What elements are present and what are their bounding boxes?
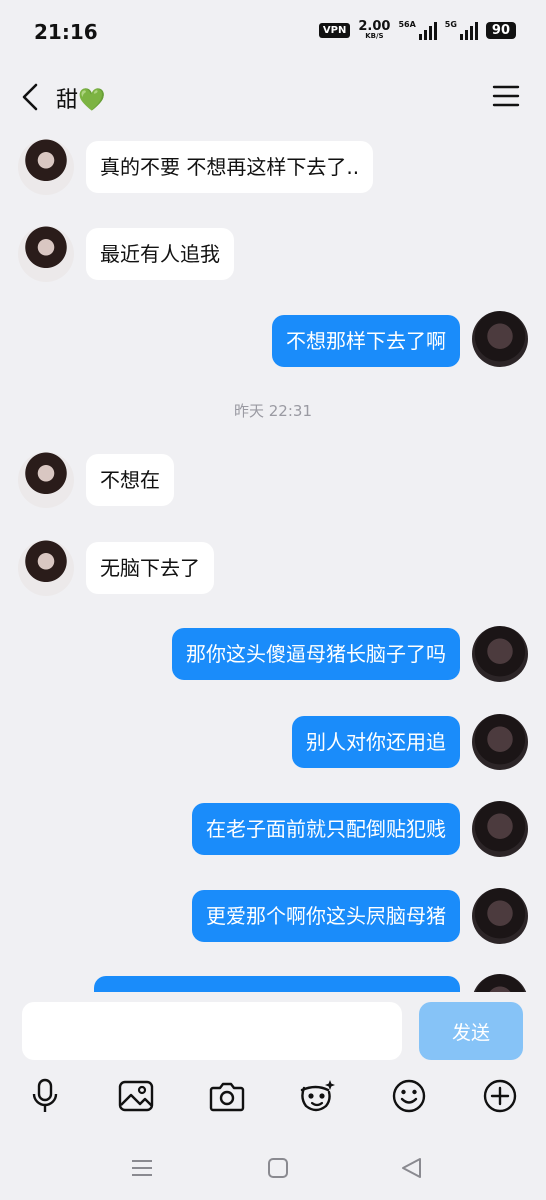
message-input[interactable]: [22, 1002, 402, 1060]
message-row-outgoing: 那你这头傻逼母猪长脑子了吗: [0, 624, 546, 684]
home-square-icon[interactable]: [264, 1154, 292, 1182]
message-row-outgoing: [0, 972, 546, 992]
contact-avatar[interactable]: [18, 452, 74, 508]
message-row-incoming: 不想在: [0, 450, 546, 510]
status-bar: 21:16 VPN 2.00 KB/S 56A 5G 90: [0, 0, 546, 62]
signal-2-icon: 5G: [445, 20, 478, 40]
contact-avatar[interactable]: [18, 540, 74, 596]
message-list[interactable]: 真的不要 不想再这样下去了.. 最近有人追我 不想那样下去了啊 昨天 22:31…: [0, 132, 546, 992]
status-time: 21:16: [34, 20, 98, 44]
send-button[interactable]: 发送: [419, 1002, 523, 1060]
menu-icon[interactable]: [492, 84, 520, 108]
back-triangle-icon[interactable]: [398, 1154, 426, 1182]
incoming-message-bubble[interactable]: 真的不要 不想再这样下去了..: [86, 141, 374, 193]
message-timestamp: 昨天 22:31: [234, 402, 312, 420]
incoming-message-bubble[interactable]: 无脑下去了: [86, 542, 214, 594]
user-avatar[interactable]: [472, 888, 528, 944]
face-sticker-icon[interactable]: [297, 1076, 337, 1116]
emoji-icon[interactable]: [389, 1076, 429, 1116]
contact-avatar[interactable]: [18, 226, 74, 282]
battery-icon: 90: [485, 21, 516, 39]
message-row-outgoing: 在老子面前就只配倒贴犯贱: [0, 799, 546, 859]
outgoing-message-bubble[interactable]: 别人对你还用追: [292, 716, 460, 768]
message-row-incoming: 真的不要 不想再这样下去了..: [0, 137, 546, 197]
vpn-badge: VPN: [318, 22, 351, 38]
message-row-outgoing: 别人对你还用追: [0, 712, 546, 772]
microphone-icon[interactable]: [25, 1076, 65, 1116]
message-row-incoming: 无脑下去了: [0, 538, 546, 598]
incoming-message-bubble[interactable]: 最近有人追我: [86, 228, 234, 280]
user-avatar[interactable]: [472, 974, 528, 992]
outgoing-message-bubble[interactable]: 那你这头傻逼母猪长脑子了吗: [172, 628, 460, 680]
user-avatar[interactable]: [472, 626, 528, 682]
signal-2-label: 5G: [444, 20, 457, 29]
message-row-incoming: 最近有人追我: [0, 224, 546, 284]
user-avatar[interactable]: [472, 311, 528, 367]
message-row-outgoing: 更爱那个啊你这头屄脑母猪: [0, 886, 546, 946]
outgoing-message-bubble[interactable]: 在老子面前就只配倒贴犯贱: [192, 803, 460, 855]
chat-header: 甜💚: [0, 62, 546, 132]
message-input-bar: 发送: [0, 992, 546, 1068]
menu-lines-icon[interactable]: [128, 1154, 156, 1182]
user-avatar[interactable]: [472, 714, 528, 770]
network-speed: 2.00 KB/S: [358, 20, 390, 40]
message-row-outgoing: 不想那样下去了啊: [0, 311, 546, 371]
system-nav-bar: [0, 1140, 546, 1200]
chat-title: 甜💚: [56, 88, 106, 113]
signal-1-label: 56A: [398, 20, 416, 29]
signal-1-icon: 56A: [398, 20, 437, 40]
network-speed-unit: KB/S: [365, 32, 384, 40]
user-avatar[interactable]: [472, 801, 528, 857]
image-icon[interactable]: [116, 1076, 156, 1116]
plus-circle-icon[interactable]: [480, 1076, 520, 1116]
status-icons: VPN 2.00 KB/S 56A 5G 90: [318, 20, 516, 40]
input-toolbar: [0, 1070, 546, 1122]
outgoing-message-bubble[interactable]: [94, 976, 460, 992]
incoming-message-bubble[interactable]: 不想在: [86, 454, 174, 506]
chevron-left-icon[interactable]: [18, 82, 44, 112]
contact-avatar[interactable]: [18, 139, 74, 195]
camera-icon[interactable]: [207, 1076, 247, 1116]
outgoing-message-bubble[interactable]: 不想那样下去了啊: [272, 315, 460, 367]
outgoing-message-bubble[interactable]: 更爱那个啊你这头屄脑母猪: [192, 890, 460, 942]
